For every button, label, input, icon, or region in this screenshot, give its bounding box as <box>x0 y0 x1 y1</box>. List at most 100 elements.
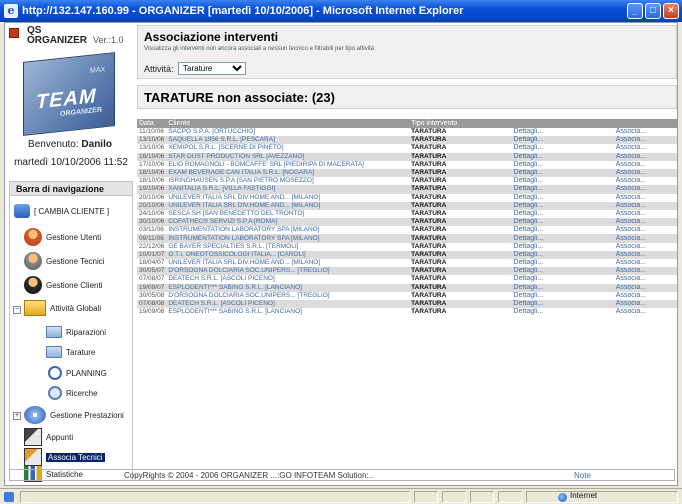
cell-cliente: INSTRUMENTATION LABORATORY SPA [MILANO] <box>166 234 410 243</box>
associa-link[interactable]: Associa... <box>613 209 677 219</box>
dettagli-link[interactable]: Dettagli... <box>511 299 614 309</box>
dettagli-link[interactable]: Dettagli... <box>511 152 614 161</box>
cell-cliente: EXAM BEVERAGE CAN ITALIA S.R.L. [NOGARA] <box>166 168 410 178</box>
associa-link[interactable]: Associa... <box>613 152 677 161</box>
dettagli-link[interactable]: Dettagli... <box>511 275 614 284</box>
nav-ricerche[interactable]: Ricerche <box>48 386 98 400</box>
dettagli-link[interactable]: Dettagli... <box>511 242 614 251</box>
footer-note-link[interactable]: Note <box>574 470 591 481</box>
expand-toggle[interactable]: + <box>13 412 21 420</box>
nav-gestione-tecnici[interactable]: Gestione Tecnici <box>24 252 105 270</box>
dettagli-link[interactable]: Dettagli... <box>511 209 614 219</box>
cell-cliente: ELIO ROMAGNOLI - BOMCAFFE' SRL [PIEDIRIP… <box>166 160 410 169</box>
nav-gestione-prestazioni[interactable]: Gestione Prestazioni <box>24 406 124 424</box>
close-button[interactable]: × <box>663 3 679 19</box>
associa-link[interactable]: Associa... <box>613 283 677 292</box>
cell-date: 09/11/06 <box>137 234 167 243</box>
associa-link[interactable]: Associa... <box>613 226 677 235</box>
nav-associa-tecnici[interactable]: Associa Tecnici <box>24 448 105 466</box>
maximize-button[interactable]: □ <box>645 3 661 19</box>
associa-link[interactable]: Associa... <box>613 185 677 194</box>
brand-name: ORGANIZER <box>27 35 87 46</box>
activity-select[interactable]: Tarature <box>178 62 246 75</box>
window-title: http://132.147.160.99 - ORGANIZER [marte… <box>22 5 464 17</box>
associa-link[interactable]: Associa... <box>613 136 677 145</box>
associa-link[interactable]: Associa... <box>613 160 677 169</box>
dettagli-link[interactable]: Dettagli... <box>511 234 614 243</box>
cell-cliente: UNILEVER ITALIA SRL DIV.HOME AND... [MIL… <box>166 201 410 210</box>
cell-date: 19/09/08 <box>137 308 167 317</box>
clock-icon <box>48 366 62 380</box>
associa-link[interactable]: Associa... <box>613 201 677 210</box>
cell-cliente: ISRINGHAUSEN S.P.A [SAN PIETRO MOSEZZO] <box>166 177 410 186</box>
associa-link[interactable]: Associa... <box>613 218 677 227</box>
expand-toggle[interactable]: − <box>13 306 21 314</box>
status-pane <box>498 491 522 503</box>
nav-gestione-clienti[interactable]: Gestione Clienti <box>24 276 102 294</box>
users-icon <box>24 228 42 246</box>
cell-date: 30/10/06 <box>137 218 167 227</box>
dettagli-link[interactable]: Dettagli... <box>511 177 614 186</box>
dettagli-link[interactable]: Dettagli... <box>511 193 614 202</box>
dettagli-link[interactable]: Dettagli... <box>511 128 614 137</box>
dettagli-link[interactable]: Dettagli... <box>511 226 614 235</box>
dettagli-link[interactable]: Dettagli... <box>511 144 614 153</box>
dettagli-link[interactable]: Dettagli... <box>511 201 614 210</box>
cell-tipo: TARATURA <box>409 177 512 186</box>
cell-date: 20/10/06 <box>137 193 167 202</box>
nav-label: Gestione Utenti <box>46 232 102 242</box>
nav-label: Appunti <box>46 432 74 442</box>
dettagli-link[interactable]: Dettagli... <box>511 283 614 292</box>
footer-copyright: CopyRights © 2004 - 2006 ORGANIZER ...:G… <box>124 471 374 480</box>
associa-link[interactable]: Associa... <box>613 291 677 300</box>
ie-icon: e <box>4 4 18 18</box>
dettagli-link[interactable]: Dettagli... <box>511 185 614 194</box>
dettagli-link[interactable]: Dettagli... <box>511 267 614 276</box>
dettagli-link[interactable]: Dettagli... <box>511 168 614 178</box>
associa-link[interactable]: Associa... <box>613 250 677 259</box>
nav-riparazioni[interactable]: Riparazioni <box>46 326 106 338</box>
associa-link[interactable]: Associa... <box>613 193 677 202</box>
cell-cliente: STAR DUST PRODUCTION SRL [AVEZZANO] <box>166 152 410 161</box>
nav-label: Gestione Tecnici <box>46 256 105 266</box>
cell-date: 07/08/08 <box>137 299 167 309</box>
dettagli-link[interactable]: Dettagli... <box>511 291 614 300</box>
associa-link[interactable]: Associa... <box>613 177 677 186</box>
status-pane <box>442 491 466 503</box>
dettagli-link[interactable]: Dettagli... <box>511 259 614 268</box>
associa-link[interactable]: Associa... <box>613 275 677 284</box>
dettagli-link[interactable]: Dettagli... <box>511 218 614 227</box>
cell-tipo: TARATURA <box>409 308 512 317</box>
associa-link[interactable]: Associa... <box>613 168 677 178</box>
nav-gestione-utenti[interactable]: Gestione Utenti <box>24 228 101 246</box>
cell-tipo: TARATURA <box>409 250 512 259</box>
cell-tipo: TARATURA <box>409 144 512 153</box>
nav-label: Gestione Prestazioni <box>50 410 124 420</box>
dettagli-link[interactable]: Dettagli... <box>511 308 614 317</box>
nav-appunti[interactable]: Appunti <box>24 428 73 446</box>
associa-link[interactable]: Associa... <box>613 259 677 268</box>
associa-link[interactable]: Associa... <box>613 242 677 251</box>
cell-tipo: TARATURA <box>409 193 512 202</box>
table-row: 20/10/06 UNILEVER ITALIA SRL DIV.HOME AND… <box>137 201 677 210</box>
minimize-button[interactable]: _ <box>627 3 643 19</box>
table-row: 24/10/06 SESCA SH [SAN BENEDETTO DEL TRON… <box>137 209 677 219</box>
associa-link[interactable]: Associa... <box>613 267 677 276</box>
associa-link[interactable]: Associa... <box>613 128 677 137</box>
cell-cliente: DEATECH S.R.L. [ASCOLI PICENO] <box>166 275 410 284</box>
associa-link[interactable]: Associa... <box>613 299 677 309</box>
nav-cambia-cliente[interactable]: [ CAMBIA CLIENTE ] <box>14 204 109 218</box>
dettagli-link[interactable]: Dettagli... <box>511 250 614 259</box>
interventions-table: Data Cliente Tipo intervento 11/10/06 SAC… <box>137 119 677 317</box>
associa-link[interactable]: Associa... <box>613 144 677 153</box>
cell-cliente: UNILEVER ITALIA SRL DIV.HOME AND... [MIL… <box>166 259 410 268</box>
cell-cliente: ESPLODENTI*** SABINO S.R.L. [LANCIANO] <box>166 283 410 292</box>
dettagli-link[interactable]: Dettagli... <box>511 136 614 145</box>
associa-link[interactable]: Associa... <box>613 234 677 243</box>
nav-planning[interactable]: PLANNING <box>48 366 107 380</box>
associa-link[interactable]: Associa... <box>613 308 677 317</box>
nav-tarature[interactable]: Tarature <box>46 346 95 358</box>
status-pane <box>470 491 494 503</box>
dettagli-link[interactable]: Dettagli... <box>511 160 614 169</box>
nav-attivita-globali[interactable]: Attività Globali <box>24 300 101 316</box>
